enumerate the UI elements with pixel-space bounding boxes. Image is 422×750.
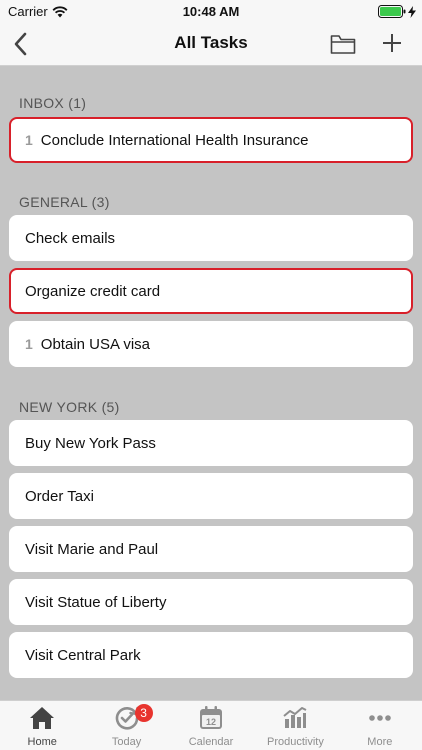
task-row[interactable]: Visit Central Park (9, 632, 413, 678)
tab-label: Calendar (188, 736, 234, 748)
task-row[interactable]: 1 Obtain USA visa (9, 321, 413, 367)
tab-more[interactable]: More (338, 701, 422, 750)
home-icon (30, 707, 55, 729)
subtask-count: 1 (25, 336, 33, 352)
section-header-inbox: INBOX (1) (19, 95, 87, 111)
tab-label: Today (111, 736, 142, 748)
task-row[interactable]: Order Taxi (9, 473, 413, 519)
tab-productivity[interactable]: Productivity (253, 701, 337, 750)
charging-icon (408, 5, 416, 18)
task-list: INBOX (1) 1 Conclude International Healt… (0, 67, 422, 701)
calendar-icon: 12 (200, 706, 223, 729)
task-row[interactable]: Buy New York Pass (9, 420, 413, 466)
task-row[interactable]: Organize credit card (9, 268, 413, 314)
section-header-new-york: NEW YORK (5) (19, 399, 120, 415)
tab-label: More (367, 736, 393, 748)
section-header-general: GENERAL (3) (19, 194, 110, 210)
calendar-day: 12 (206, 717, 216, 727)
add-task-button[interactable] (380, 31, 404, 55)
tab-bar: Home 3 Today 12 Calendar Productivity Mo… (0, 700, 422, 750)
subtask-count: 1 (25, 132, 33, 148)
battery-icon (378, 5, 416, 18)
task-row[interactable]: Check emails (9, 215, 413, 261)
tab-home[interactable]: Home (0, 701, 84, 750)
clock: 10:48 AM (182, 4, 240, 19)
task-label: Order Taxi (25, 487, 94, 505)
folder-button[interactable] (330, 33, 356, 55)
tab-calendar[interactable]: 12 Calendar (169, 701, 253, 750)
tab-today[interactable]: 3 Today (84, 701, 168, 750)
task-label: Visit Marie and Paul (25, 540, 159, 558)
task-row[interactable]: Visit Marie and Paul (9, 526, 413, 572)
tab-label: Productivity (266, 736, 324, 748)
more-icon (369, 715, 391, 721)
navigation-bar: All Tasks (0, 22, 422, 66)
plus-icon (383, 34, 401, 52)
folder-icon (330, 35, 356, 54)
task-label: Organize credit card (25, 282, 161, 300)
task-label: Conclude International Health Insurance (40, 131, 309, 149)
task-label: Visit Central Park (25, 646, 141, 664)
task-label: Obtain USA visa (40, 335, 151, 353)
task-row[interactable]: 1 Conclude International Health Insuranc… (9, 117, 413, 163)
status-bar: Carrier 10:48 AM (0, 0, 422, 22)
task-label: Visit Statue of Liberty (25, 593, 167, 611)
task-label: Check emails (25, 229, 116, 247)
page-title: All Tasks (174, 33, 248, 52)
productivity-icon (283, 707, 307, 728)
task-row[interactable]: Visit Statue of Liberty (9, 579, 413, 625)
tab-label: Home (27, 736, 57, 748)
today-badge: 3 (134, 704, 153, 722)
task-label: Buy New York Pass (25, 434, 156, 452)
